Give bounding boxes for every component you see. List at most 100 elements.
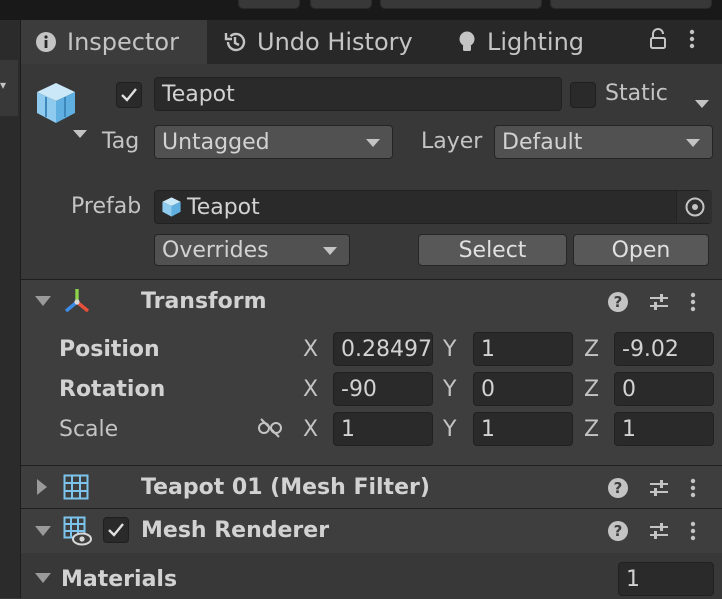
mesh-filter-component[interactable]: Teapot 01 (Mesh Filter) ? — [21, 465, 722, 509]
select-button[interactable]: Select — [418, 234, 567, 266]
kebab-menu-icon[interactable] — [690, 520, 696, 542]
scale-x-value: 1 — [341, 416, 355, 442]
history-icon — [223, 30, 247, 54]
presets-sliders-icon[interactable] — [648, 291, 670, 313]
scale-label: Scale — [59, 417, 119, 442]
mesh-grid-icon — [63, 474, 89, 506]
presets-sliders-icon[interactable] — [648, 477, 670, 499]
help-icon[interactable]: ? — [608, 521, 628, 541]
chevron-down-icon — [686, 139, 700, 147]
kebab-menu-icon[interactable] — [689, 28, 695, 56]
foldout-open-icon[interactable] — [35, 573, 51, 583]
kebab-menu-icon[interactable] — [690, 291, 696, 313]
mesh-filter-title: Teapot 01 (Mesh Filter) — [141, 475, 430, 500]
prefab-asset-icon — [161, 196, 183, 218]
materials-row: Materials 1 — [21, 553, 722, 599]
component-header-tools: ? — [608, 520, 696, 542]
materials-count-field[interactable]: 1 — [618, 562, 714, 596]
axis-x-label[interactable]: X — [303, 377, 318, 402]
component-header-tools: ? — [608, 291, 696, 313]
transform-title: Transform — [141, 289, 267, 314]
active-checkbox[interactable] — [116, 82, 142, 108]
rotation-x-field[interactable]: -90 — [333, 372, 433, 406]
transform-component: Transform ? Position X 0.28497 Y 1 Z -9.… — [21, 279, 722, 466]
materials-label[interactable]: Materials — [61, 567, 177, 592]
position-y-field[interactable]: 1 — [473, 332, 573, 366]
axis-y-label[interactable]: Y — [443, 377, 456, 402]
static-checkbox[interactable] — [570, 82, 596, 108]
left-panel-edge: ▾ — [0, 20, 21, 598]
object-name-text: Teapot — [162, 81, 235, 107]
axis-y-label[interactable]: Y — [443, 417, 456, 442]
overrides-dropdown[interactable]: Overrides — [154, 234, 350, 266]
mesh-renderer-header[interactable]: Mesh Renderer ? — [21, 509, 722, 553]
tab-inspector[interactable]: Inspector — [21, 20, 207, 64]
open-button-label: Open — [611, 237, 671, 263]
window-top-strip — [0, 0, 722, 20]
help-icon[interactable]: ? — [608, 292, 628, 312]
static-dropdown-icon[interactable] — [694, 90, 710, 115]
kebab-menu-icon[interactable] — [690, 477, 696, 499]
object-name-field[interactable]: Teapot — [154, 77, 562, 111]
scale-y-value: 1 — [481, 416, 495, 442]
toolbar-button[interactable] — [380, 0, 542, 9]
mesh-renderer-icon — [63, 516, 93, 552]
collapsed-panel-tab[interactable]: ▾ — [0, 60, 18, 116]
scale-x-field[interactable]: 1 — [333, 412, 433, 446]
icon-dropdown-caret-icon[interactable] — [72, 120, 88, 145]
target-icon — [685, 197, 704, 217]
toolbar-button[interactable] — [310, 0, 372, 9]
layer-dropdown[interactable]: Default — [494, 125, 713, 159]
rotation-z-field[interactable]: 0 — [614, 372, 714, 406]
static-label: Static — [605, 81, 668, 106]
position-label: Position — [59, 337, 160, 362]
object-picker-button[interactable] — [676, 191, 712, 223]
scale-y-field[interactable]: 1 — [473, 412, 573, 446]
prefab-asset-field[interactable]: Teapot — [154, 190, 712, 224]
tab-bar: Inspector Undo History Lighting — [21, 20, 722, 64]
mesh-renderer-component: Mesh Renderer ? Materials 1 — [21, 508, 722, 599]
layer-label: Layer — [421, 129, 483, 154]
presets-sliders-icon[interactable] — [648, 520, 670, 542]
chevron-down-icon: ▾ — [0, 78, 7, 92]
axis-z-label[interactable]: Z — [584, 377, 599, 402]
position-x-field[interactable]: 0.28497 — [333, 332, 433, 366]
tab-undo-history[interactable]: Undo History — [223, 20, 413, 64]
tab-tools — [649, 20, 695, 64]
toolbar-button[interactable] — [238, 0, 300, 9]
position-z-field[interactable]: -9.02 — [614, 332, 714, 366]
toolbar-button[interactable] — [550, 0, 712, 9]
axis-x-label[interactable]: X — [303, 337, 318, 362]
foldout-closed-icon[interactable] — [37, 479, 47, 495]
axis-z-label[interactable]: Z — [584, 337, 599, 362]
position-z-value: -9.02 — [622, 336, 679, 362]
foldout-open-icon[interactable] — [35, 296, 51, 306]
help-icon[interactable]: ? — [608, 478, 628, 498]
light-bulb-icon — [457, 30, 477, 54]
tab-lighting[interactable]: Lighting — [457, 20, 584, 64]
rotation-label: Rotation — [59, 377, 166, 402]
axis-z-label[interactable]: Z — [584, 417, 599, 442]
tab-label: Lighting — [487, 28, 585, 56]
tag-dropdown[interactable]: Untagged — [154, 125, 393, 159]
axis-y-label[interactable]: Y — [443, 337, 456, 362]
position-y-value: 1 — [481, 336, 495, 362]
scale-z-field[interactable]: 1 — [614, 412, 714, 446]
rotation-z-value: 0 — [622, 376, 636, 402]
foldout-open-icon[interactable] — [35, 526, 51, 536]
rotation-y-field[interactable]: 0 — [473, 372, 573, 406]
select-button-label: Select — [458, 237, 527, 263]
transform-axes-icon — [63, 287, 91, 321]
tab-label: Undo History — [257, 28, 413, 56]
open-button[interactable]: Open — [573, 234, 709, 266]
prefab-asset-name: Teapot — [187, 194, 260, 220]
transform-header[interactable]: Transform ? — [21, 280, 722, 322]
overrides-label: Overrides — [162, 237, 269, 263]
info-icon — [35, 31, 57, 53]
lock-icon[interactable] — [649, 28, 667, 56]
prefab-label: Prefab — [71, 194, 142, 219]
axis-x-label[interactable]: X — [303, 417, 318, 442]
scale-z-value: 1 — [622, 416, 636, 442]
unlinked-chain-icon[interactable] — [257, 417, 283, 445]
mesh-renderer-enabled-checkbox[interactable] — [103, 517, 129, 543]
